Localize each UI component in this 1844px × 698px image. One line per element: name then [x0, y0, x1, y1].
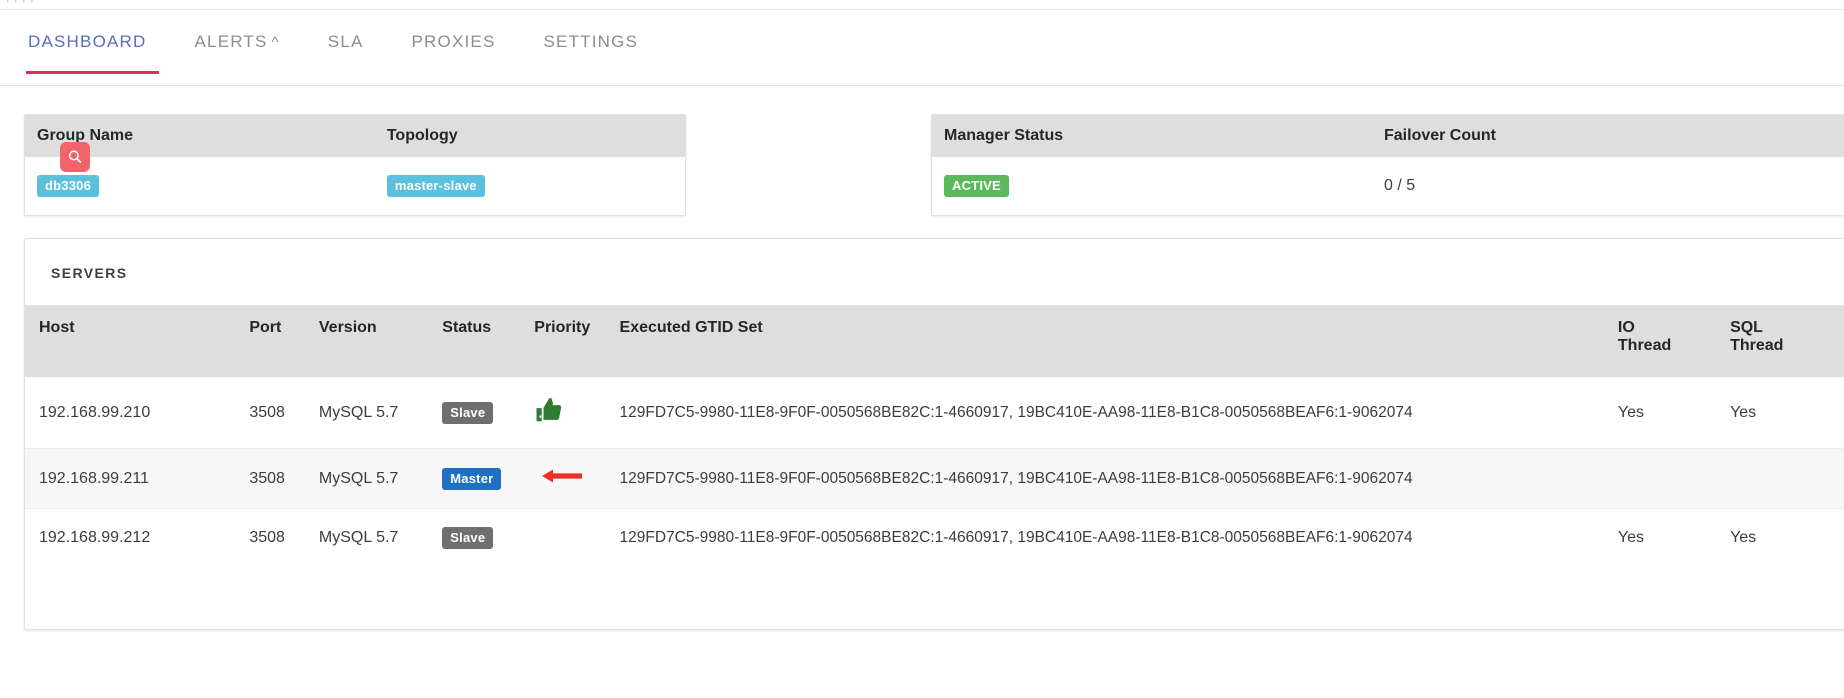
cell-version: MySQL 5.7	[318, 529, 399, 546]
failover-count-value: 0 / 5	[1384, 177, 1416, 194]
column-header-io-thread-line1: IO	[1617, 319, 1635, 336]
manager-status-column-header: Manager Status	[944, 127, 1064, 144]
cell-io-thread: Yes	[1617, 377, 1731, 449]
group-info-card-body: db3306 master-slave	[25, 157, 685, 215]
servers-panel: SERVERS Host Port Version Status Priorit…	[24, 238, 1844, 630]
tab-alerts-label: ALERTS	[194, 32, 268, 51]
tab-sla-label: SLA	[327, 32, 364, 51]
cell-status: Slave	[442, 509, 534, 568]
servers-section-title: SERVERS	[51, 265, 128, 281]
cell-gtid: 129FD7C5-9980-11E8-9F0F-0050568BE82C:1-4…	[619, 448, 1618, 509]
group-info-card: Group Name Topology db3306 master-slave	[24, 114, 686, 216]
tab-settings[interactable]: SETTINGS	[520, 32, 663, 74]
servers-table-header-row: Host Port Version Status Priority Execut…	[25, 305, 1844, 377]
cell-version: MySQL 5.7	[318, 377, 443, 449]
cell-sql-thread	[1730, 448, 1844, 509]
gtid-value: 129FD7C5-9980-11E8-9F0F-0050568BE82C:1-4…	[619, 529, 1413, 546]
column-header-port[interactable]: Port	[249, 305, 319, 377]
servers-table: Host Port Version Status Priority Execut…	[25, 305, 1844, 567]
column-header-sql-thread-line1: SQL	[1730, 319, 1763, 336]
tab-proxies[interactable]: PROXIES	[388, 32, 520, 74]
column-header-gtid[interactable]: Executed GTID Set	[620, 305, 1618, 377]
table-row[interactable]: 192.168.99.212 3508 MySQL 5.7 Slave 129F…	[25, 509, 1844, 568]
status-badge: Slave	[442, 527, 494, 549]
dashboard-content: Group Name Topology db3306 master-slave	[0, 86, 1844, 630]
column-header-io-thread-line2: Thread	[1617, 337, 1672, 354]
column-header-host[interactable]: Host	[25, 305, 249, 377]
cell-status: Slave	[442, 377, 535, 449]
tab-proxies-label: PROXIES	[411, 32, 496, 51]
topology-badge[interactable]: master-slave	[386, 175, 485, 197]
cell-io-thread	[1617, 448, 1731, 509]
cell-host: 192.168.99.211	[25, 448, 250, 509]
cell-priority	[534, 448, 620, 509]
left-arrow-icon	[540, 467, 584, 490]
cell-version: MySQL 5.7	[318, 448, 443, 509]
cell-gtid: 129FD7C5-9980-11E8-9F0F-0050568BE82C:1-4…	[620, 509, 1618, 568]
column-header-io-thread[interactable]: IO Thread	[1618, 305, 1730, 377]
cell-priority	[534, 377, 620, 449]
column-header-version[interactable]: Version	[319, 305, 442, 377]
window-clipped-top-strip: . . . .	[0, 0, 1844, 10]
tab-alerts-caret-icon: ^	[271, 34, 280, 51]
cell-port: 3508	[249, 377, 319, 449]
tab-sla[interactable]: SLA	[304, 32, 388, 74]
clipped-top-text: . . . .	[6, 0, 34, 5]
group-name-badge[interactable]: db3306	[37, 175, 100, 197]
search-icon-button[interactable]	[60, 142, 90, 172]
main-tab-bar: DASHBOARD ALERTS ^ SLA PROXIES SETTINGS	[0, 10, 1844, 86]
tab-dashboard-label: DASHBOARD	[28, 32, 147, 51]
status-badge: Slave	[442, 401, 494, 424]
cell-host: 192.168.99.212	[39, 529, 151, 546]
cell-sql-thread: Yes	[1730, 377, 1844, 449]
column-header-sql-thread-line2: Thread	[1730, 337, 1784, 354]
failover-count-column-header: Failover Count	[1384, 127, 1497, 144]
tab-dashboard[interactable]: DASHBOARD	[26, 32, 171, 74]
column-header-sql-thread[interactable]: SQL Thread	[1730, 305, 1844, 377]
cell-io-thread: Yes	[1617, 529, 1644, 546]
tab-settings-label: SETTINGS	[543, 32, 639, 51]
search-icon	[68, 150, 82, 163]
cell-sql-thread: Yes	[1730, 529, 1757, 546]
table-row[interactable]: 192.168.99.210 3508 MySQL 5.7 Slave 129F…	[25, 377, 1844, 449]
summary-cards-row: Group Name Topology db3306 master-slave	[24, 114, 1844, 216]
cell-port: 3508	[249, 529, 285, 546]
servers-panel-footer	[25, 567, 1844, 629]
column-header-status[interactable]: Status	[442, 305, 534, 377]
cell-host: 192.168.99.210	[25, 377, 250, 449]
tab-alerts[interactable]: ALERTS ^	[171, 32, 304, 74]
thumbs-up-icon	[534, 395, 564, 430]
manager-status-card: Manager Status Failover Count ACTIVE 0 /…	[931, 114, 1844, 216]
status-badge: Master	[442, 467, 502, 490]
column-header-priority[interactable]: Priority	[534, 305, 619, 377]
cell-gtid: 129FD7C5-9980-11E8-9F0F-0050568BE82C:1-4…	[619, 377, 1618, 449]
manager-status-card-body: ACTIVE 0 / 5	[932, 157, 1844, 215]
table-row[interactable]: 192.168.99.211 3508 MySQL 5.7 Master 129…	[25, 448, 1844, 509]
servers-table-head: Host Port Version Status Priority Execut…	[25, 305, 1844, 377]
cell-priority	[534, 509, 619, 568]
manager-status-card-header: Manager Status Failover Count	[932, 115, 1844, 157]
gtid-value: 129FD7C5-9980-11E8-9F0F-0050568BE82C:1-4…	[619, 469, 1413, 487]
topology-column-header: Topology	[386, 127, 458, 144]
servers-table-body: 192.168.99.210 3508 MySQL 5.7 Slave 129F…	[25, 377, 1844, 567]
manager-status-badge: ACTIVE	[944, 175, 1009, 197]
group-info-card-header: Group Name Topology	[25, 115, 685, 157]
cell-status: Master	[442, 448, 535, 509]
gtid-value: 129FD7C5-9980-11E8-9F0F-0050568BE82C:1-4…	[619, 403, 1413, 421]
cell-port: 3508	[249, 448, 319, 509]
